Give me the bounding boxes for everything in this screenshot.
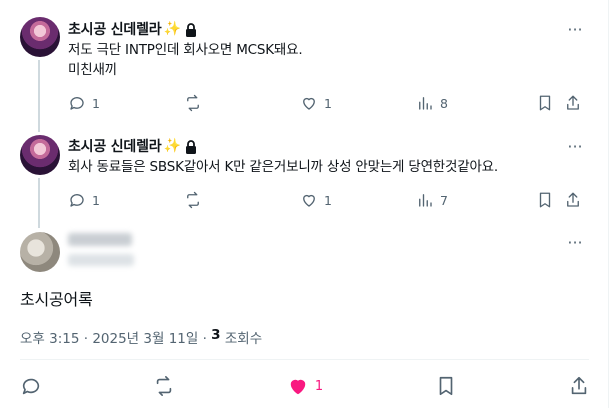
post-actions: 1 — [20, 374, 590, 398]
share-button[interactable] — [568, 375, 590, 397]
reply-button[interactable]: 1 — [68, 94, 184, 112]
views-label: 조회수 — [220, 331, 263, 347]
bookmark-button[interactable] — [536, 94, 564, 112]
comment-icon — [22, 378, 40, 395]
post-thread: 초시공 신데렐라 ✨ ··· 저도 극단 INTP인데 회사오면 MCSK돼요.… — [0, 0, 609, 408]
author-row: 초시공 신데렐라 ✨ — [68, 19, 197, 39]
like-count: 1 — [324, 192, 332, 208]
like-count: 1 — [324, 95, 332, 111]
share-button[interactable] — [564, 94, 582, 112]
blurred-author-handle — [68, 254, 134, 266]
heart-icon — [303, 97, 315, 110]
repost-icon — [187, 191, 199, 209]
bookmark-button[interactable] — [536, 191, 564, 209]
more-options-icon[interactable]: ··· — [565, 19, 585, 39]
views-button[interactable]: 7 — [416, 191, 536, 209]
divider — [20, 359, 589, 360]
bookmark-button[interactable] — [435, 375, 457, 397]
post-timestamp[interactable]: 오후 3:15 · 2025년 3월 11일 · — [20, 327, 211, 347]
reply-count: 1 — [92, 95, 100, 111]
lock-icon — [185, 139, 197, 154]
analytics-icon — [419, 97, 432, 110]
like-button[interactable]: 1 — [300, 191, 416, 209]
view-count: 3 — [211, 327, 221, 343]
share-icon — [567, 192, 579, 207]
comment-icon — [70, 97, 84, 110]
view-count: 8 — [440, 95, 448, 111]
avatar[interactable] — [20, 232, 60, 272]
reply-button[interactable] — [20, 375, 42, 397]
reply-text: 저도 극단 INTP인데 회사오면 MCSK돼요. 미친새끼 — [68, 42, 303, 78]
more-options-icon[interactable]: ··· — [565, 136, 585, 156]
display-name[interactable]: 초시공 신데렐라 — [68, 136, 162, 156]
post-metadata: 오후 3:15 · 2025년 3월 11일 · 3 조회수 — [20, 327, 262, 347]
share-icon — [567, 95, 579, 110]
more-options-icon[interactable]: ··· — [565, 232, 585, 252]
repost-icon — [187, 94, 199, 112]
display-name[interactable]: 초시공 신데렐라 — [68, 19, 162, 39]
repost-icon — [157, 376, 172, 396]
comment-icon — [70, 194, 84, 207]
bookmark-icon — [539, 95, 551, 111]
like-button[interactable]: 1 — [300, 94, 416, 112]
views-button[interactable]: 8 — [416, 94, 536, 112]
avatar[interactable] — [20, 135, 60, 175]
sparkle-emoji: ✨ — [163, 21, 181, 37]
share-button[interactable] — [564, 191, 582, 209]
blurred-author-name — [68, 233, 132, 246]
view-count: 7 — [440, 192, 448, 208]
sparkle-emoji: ✨ — [163, 138, 181, 154]
bookmark-icon — [539, 192, 551, 208]
reply-button[interactable]: 1 — [68, 191, 184, 209]
like-button[interactable]: 1 — [287, 375, 323, 397]
analytics-icon — [419, 194, 432, 207]
avatar[interactable] — [20, 17, 60, 57]
post-text: 초시공어록 — [20, 290, 93, 309]
reply-actions: 1 1 7 — [68, 190, 588, 210]
reply-text: 회사 동료들은 SBSK같아서 K만 같은거보니까 상성 안맞는게 당연한것같아… — [68, 159, 498, 175]
reply-actions: 1 1 8 — [68, 93, 588, 113]
lock-icon — [185, 22, 197, 37]
repost-button[interactable] — [153, 375, 175, 397]
author-row: 초시공 신데렐라 ✨ — [68, 136, 197, 156]
repost-button[interactable] — [184, 94, 300, 112]
heart-icon — [303, 194, 315, 207]
like-count: 1 — [314, 378, 324, 394]
thread-line — [38, 60, 40, 132]
share-icon — [571, 376, 587, 395]
bookmark-icon — [439, 376, 452, 396]
repost-button[interactable] — [184, 191, 300, 209]
heart-filled-icon — [290, 379, 306, 395]
reply-count: 1 — [92, 192, 100, 208]
thread-line — [38, 178, 40, 228]
